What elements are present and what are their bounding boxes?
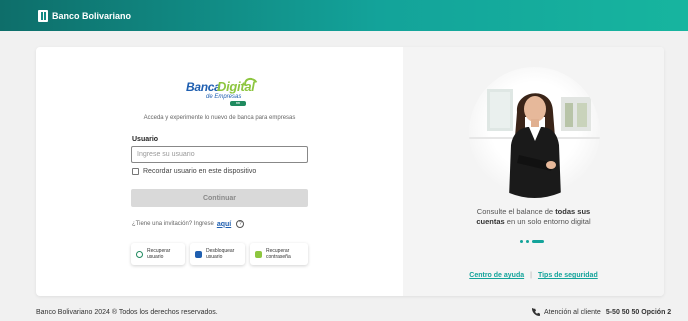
help-icon[interactable]: ?: [236, 220, 245, 228]
login-panel: Banca Digital de Empresas BB Acceda y ex…: [36, 47, 403, 296]
invitation-row: ¿Tiene una invitación? Ingrese aquí ?: [132, 220, 245, 228]
promo-photo: [469, 67, 600, 198]
continue-button[interactable]: Continuar: [131, 189, 308, 207]
logo-tag: BB: [230, 101, 246, 106]
carousel-indicators: [520, 240, 547, 243]
logo-word-banca: Banca: [186, 80, 221, 94]
bank-logo-icon: [38, 9, 48, 22]
customer-support: Atención al cliente 5-50 50 50 Opción 2: [532, 308, 671, 316]
username-label: Usuario: [132, 136, 159, 143]
link-separator: |: [530, 272, 532, 279]
key-icon: [255, 250, 262, 258]
user-search-icon: [136, 250, 143, 258]
username-input[interactable]: [131, 146, 308, 163]
support-number[interactable]: 5-50 50 50 Opción 2: [606, 309, 671, 316]
remember-user-checkbox[interactable]: [132, 168, 139, 175]
login-intro: Acceda y experimente lo nuevo de banca p…: [143, 115, 296, 121]
unlock-user-label: Desbloquear usuario: [206, 248, 235, 260]
promo-panel: Consulte el balance de todas sus cuentas …: [403, 47, 664, 296]
remember-user-label: Recordar usuario en este dispositivo: [143, 168, 257, 175]
help-center-link[interactable]: Centro de ayuda: [469, 272, 524, 279]
brand-name: Banco Bolivariano: [52, 10, 132, 21]
recover-user-button[interactable]: Recuperar usuario: [131, 243, 185, 265]
banca-digital-logo: Banca Digital de Empresas BB: [186, 75, 260, 108]
carousel-dot-3-active[interactable]: [532, 240, 544, 243]
login-card: Banca Digital de Empresas BB Acceda y ex…: [36, 47, 664, 296]
unlock-user-button[interactable]: Desbloquear usuario: [190, 243, 245, 265]
promo-caption: Consulte el balance de todas sus cuentas …: [476, 207, 591, 226]
copyright-text: Banco Bolivariano 2024 ® Todos los derec…: [36, 309, 218, 316]
carousel-dot-2[interactable]: [526, 240, 529, 243]
recover-user-label: Recuperar usuario: [147, 248, 171, 260]
support-label: Atención al cliente: [544, 308, 601, 316]
remember-user-option[interactable]: Recordar usuario en este dispositivo: [132, 168, 256, 175]
top-bar: Banco Bolivariano: [0, 0, 688, 31]
invitation-text: ¿Tiene una invitación? Ingrese: [132, 221, 214, 227]
recover-password-button[interactable]: Recuperar contraseña: [250, 243, 308, 265]
security-tips-link[interactable]: Tips de seguridad: [538, 272, 598, 279]
unlock-icon: [195, 250, 202, 258]
recover-password-label: Recuperar contraseña: [266, 248, 291, 260]
carousel-dot-1[interactable]: [520, 240, 523, 243]
logo-subtitle: de Empresas: [206, 94, 242, 100]
phone-icon: [532, 308, 540, 316]
businesswoman-figure: [509, 93, 561, 198]
invitation-link[interactable]: aquí: [217, 221, 231, 228]
help-links: Centro de ayuda | Tips de seguridad: [403, 272, 664, 279]
